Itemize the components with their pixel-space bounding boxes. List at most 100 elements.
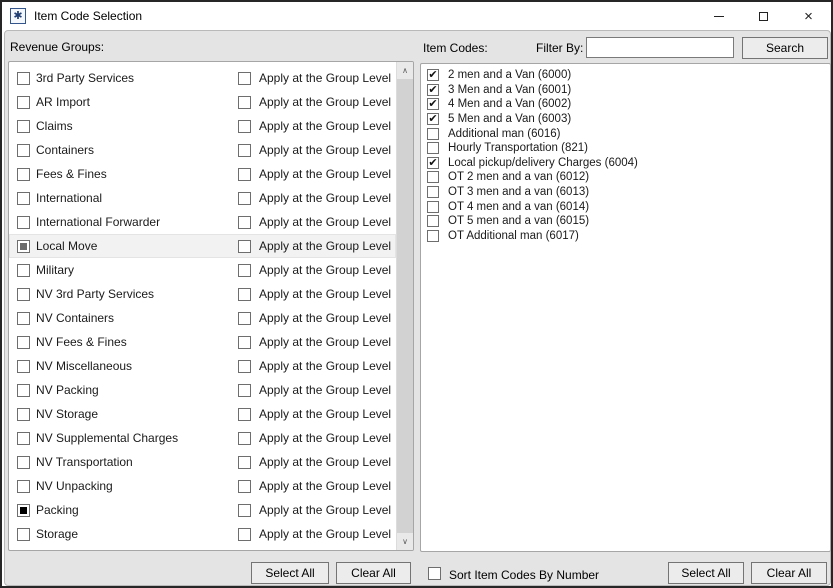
apply-group-level-checkbox[interactable] — [238, 336, 251, 349]
revenue-group-checkbox[interactable] — [17, 456, 30, 469]
apply-group-level-label[interactable]: Apply at the Group Level — [259, 191, 391, 205]
apply-group-level-label[interactable]: Apply at the Group Level — [259, 95, 391, 109]
revenue-group-label[interactable]: NV Miscellaneous — [36, 359, 132, 373]
revenue-groups-scrollbar[interactable]: ∧ ∨ — [396, 62, 413, 550]
apply-group-level-checkbox[interactable] — [238, 192, 251, 205]
revenue-group-checkbox[interactable] — [17, 432, 30, 445]
item-codes-clear-all-button[interactable]: Clear All — [751, 562, 827, 584]
item-code-checkbox[interactable]: ✔ — [427, 84, 439, 96]
apply-group-level-label[interactable]: Apply at the Group Level — [259, 215, 391, 229]
revenue-group-checkbox[interactable] — [17, 96, 30, 109]
revenue-group-label[interactable]: NV Supplemental Charges — [36, 431, 178, 445]
apply-group-level-checkbox[interactable] — [238, 384, 251, 397]
revenue-group-label[interactable]: Packing — [36, 503, 79, 517]
revenue-group-label[interactable]: International Forwarder — [36, 215, 160, 229]
revenue-group-checkbox[interactable] — [17, 336, 30, 349]
item-code-label[interactable]: 3 Men and a Van (6001) — [448, 84, 571, 96]
apply-group-level-label[interactable]: Apply at the Group Level — [259, 383, 391, 397]
item-code-label[interactable]: OT 2 men and a van (6012) — [448, 171, 589, 183]
apply-group-level-checkbox[interactable] — [238, 408, 251, 421]
scroll-up-icon[interactable]: ∧ — [397, 62, 414, 79]
apply-group-level-checkbox[interactable] — [238, 264, 251, 277]
item-code-checkbox[interactable]: ✔ — [427, 69, 439, 81]
apply-group-level-checkbox[interactable] — [238, 216, 251, 229]
item-code-label[interactable]: 2 men and a Van (6000) — [448, 69, 571, 81]
item-code-label[interactable]: Hourly Transportation (821) — [448, 142, 588, 154]
item-code-checkbox[interactable] — [427, 186, 439, 198]
revenue-group-checkbox[interactable] — [17, 384, 30, 397]
apply-group-level-label[interactable]: Apply at the Group Level — [259, 71, 391, 85]
revenue-group-label[interactable]: Claims — [36, 119, 73, 133]
apply-group-level-checkbox[interactable] — [238, 456, 251, 469]
item-code-label[interactable]: OT Additional man (6017) — [448, 230, 579, 242]
item-code-label[interactable]: OT 3 men and a van (6013) — [448, 186, 589, 198]
revenue-group-checkbox[interactable] — [17, 360, 30, 373]
apply-group-level-checkbox[interactable] — [238, 288, 251, 301]
item-code-checkbox[interactable] — [427, 201, 439, 213]
scroll-down-icon[interactable]: ∨ — [397, 533, 414, 550]
revenue-group-checkbox[interactable] — [17, 264, 30, 277]
revenue-group-label[interactable]: NV Storage — [36, 407, 98, 421]
revenue-group-label[interactable]: AR Import — [36, 95, 90, 109]
item-code-label[interactable]: Additional man (6016) — [448, 128, 561, 140]
revenue-groups-select-all-button[interactable]: Select All — [251, 562, 329, 584]
apply-group-level-checkbox[interactable] — [238, 120, 251, 133]
apply-group-level-checkbox[interactable] — [238, 480, 251, 493]
apply-group-level-label[interactable]: Apply at the Group Level — [259, 263, 391, 277]
apply-group-level-label[interactable]: Apply at the Group Level — [259, 167, 391, 181]
apply-group-level-checkbox[interactable] — [238, 528, 251, 541]
search-button[interactable]: Search — [742, 37, 828, 59]
maximize-button[interactable] — [741, 2, 786, 30]
apply-group-level-label[interactable]: Apply at the Group Level — [259, 119, 391, 133]
item-code-label[interactable]: 5 Men and a Van (6003) — [448, 113, 571, 125]
sort-item-codes-label[interactable]: Sort Item Codes By Number — [449, 568, 599, 582]
revenue-groups-clear-all-button[interactable]: Clear All — [336, 562, 411, 584]
revenue-group-label[interactable]: 3rd Party Services — [36, 71, 134, 85]
apply-group-level-label[interactable]: Apply at the Group Level — [259, 311, 391, 325]
item-code-label[interactable]: OT 4 men and a van (6014) — [448, 201, 589, 213]
revenue-group-label[interactable]: NV 3rd Party Services — [36, 287, 154, 301]
item-code-checkbox[interactable]: ✔ — [427, 113, 439, 125]
revenue-group-label[interactable]: Local Move — [36, 239, 97, 253]
apply-group-level-label[interactable]: Apply at the Group Level — [259, 431, 391, 445]
apply-group-level-label[interactable]: Apply at the Group Level — [259, 407, 391, 421]
item-code-label[interactable]: OT 5 men and a van (6015) — [448, 215, 589, 227]
close-button[interactable]: × — [786, 2, 831, 30]
item-code-checkbox[interactable]: ✔ — [427, 98, 439, 110]
filter-input[interactable] — [586, 37, 734, 58]
revenue-group-label[interactable]: International — [36, 191, 102, 205]
revenue-group-checkbox[interactable] — [17, 240, 30, 253]
revenue-group-checkbox[interactable] — [17, 504, 30, 517]
revenue-group-checkbox[interactable] — [17, 480, 30, 493]
apply-group-level-label[interactable]: Apply at the Group Level — [259, 143, 391, 157]
revenue-group-checkbox[interactable] — [17, 312, 30, 325]
apply-group-level-checkbox[interactable] — [238, 168, 251, 181]
revenue-group-checkbox[interactable] — [17, 144, 30, 157]
revenue-group-label[interactable]: NV Transportation — [36, 455, 133, 469]
apply-group-level-checkbox[interactable] — [238, 312, 251, 325]
revenue-group-label[interactable]: NV Packing — [36, 383, 99, 397]
revenue-group-checkbox[interactable] — [17, 120, 30, 133]
revenue-group-checkbox[interactable] — [17, 408, 30, 421]
sort-item-codes-checkbox[interactable] — [428, 567, 441, 580]
item-code-checkbox[interactable] — [427, 171, 439, 183]
apply-group-level-label[interactable]: Apply at the Group Level — [259, 287, 391, 301]
revenue-group-label[interactable]: Storage — [36, 527, 78, 541]
revenue-group-label[interactable]: NV Containers — [36, 311, 114, 325]
apply-group-level-label[interactable]: Apply at the Group Level — [259, 527, 391, 541]
apply-group-level-label[interactable]: Apply at the Group Level — [259, 479, 391, 493]
apply-group-level-checkbox[interactable] — [238, 96, 251, 109]
item-code-checkbox[interactable] — [427, 215, 439, 227]
revenue-group-checkbox[interactable] — [17, 528, 30, 541]
revenue-group-label[interactable]: Containers — [36, 143, 94, 157]
revenue-group-checkbox[interactable] — [17, 168, 30, 181]
apply-group-level-label[interactable]: Apply at the Group Level — [259, 455, 391, 469]
scrollbar-thumb[interactable] — [397, 79, 414, 533]
apply-group-level-checkbox[interactable] — [238, 432, 251, 445]
apply-group-level-checkbox[interactable] — [238, 144, 251, 157]
item-code-checkbox[interactable] — [427, 128, 439, 140]
revenue-group-label[interactable]: Military — [36, 263, 74, 277]
item-codes-select-all-button[interactable]: Select All — [668, 562, 744, 584]
apply-group-level-label[interactable]: Apply at the Group Level — [259, 335, 391, 349]
revenue-group-checkbox[interactable] — [17, 216, 30, 229]
